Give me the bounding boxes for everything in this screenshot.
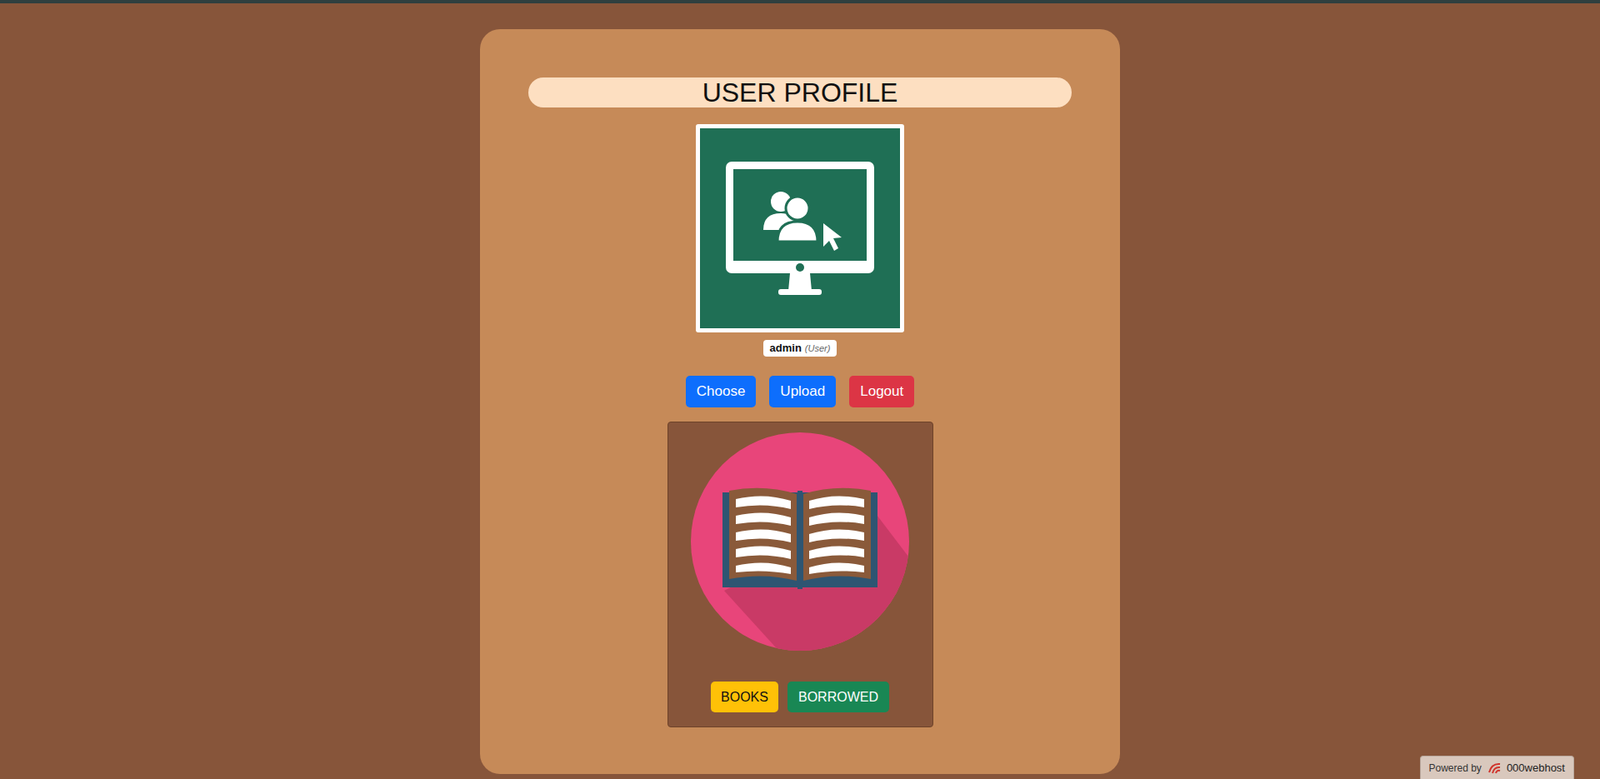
user-role: (User) [805,342,831,355]
upload-button[interactable]: Upload [769,375,836,408]
footer-brand: 000webhost [1506,761,1565,775]
profile-card: USER PROFILE admin(User) Choose Upload Logou… [480,29,1120,775]
profile-picture [695,124,905,333]
hosting-badge[interactable]: Powered by 000webhost [1420,755,1575,779]
page: USER PROFILE admin(User) Choose Upload Logou… [0,3,1600,775]
borrowed-button[interactable]: BORROWED [787,681,890,713]
open-book-icon [690,432,910,651]
top-strip [0,0,1600,4]
library-panel: BOOKSBORROWED [667,421,934,728]
choose-button[interactable]: Choose [685,375,757,408]
computer-users-icon [700,128,900,329]
page-title: USER PROFILE [528,77,1072,108]
webhost-logo-icon [1486,760,1502,775]
logout-button[interactable]: Logout [849,375,915,408]
user-badge: admin(User) [763,340,838,357]
library-actions: BOOKSBORROWED [710,681,890,713]
user-name: admin [770,341,802,355]
books-button[interactable]: BOOKS [710,681,779,713]
footer-prefix: Powered by [1429,762,1482,775]
profile-actions: Choose Upload Logout [685,375,915,408]
